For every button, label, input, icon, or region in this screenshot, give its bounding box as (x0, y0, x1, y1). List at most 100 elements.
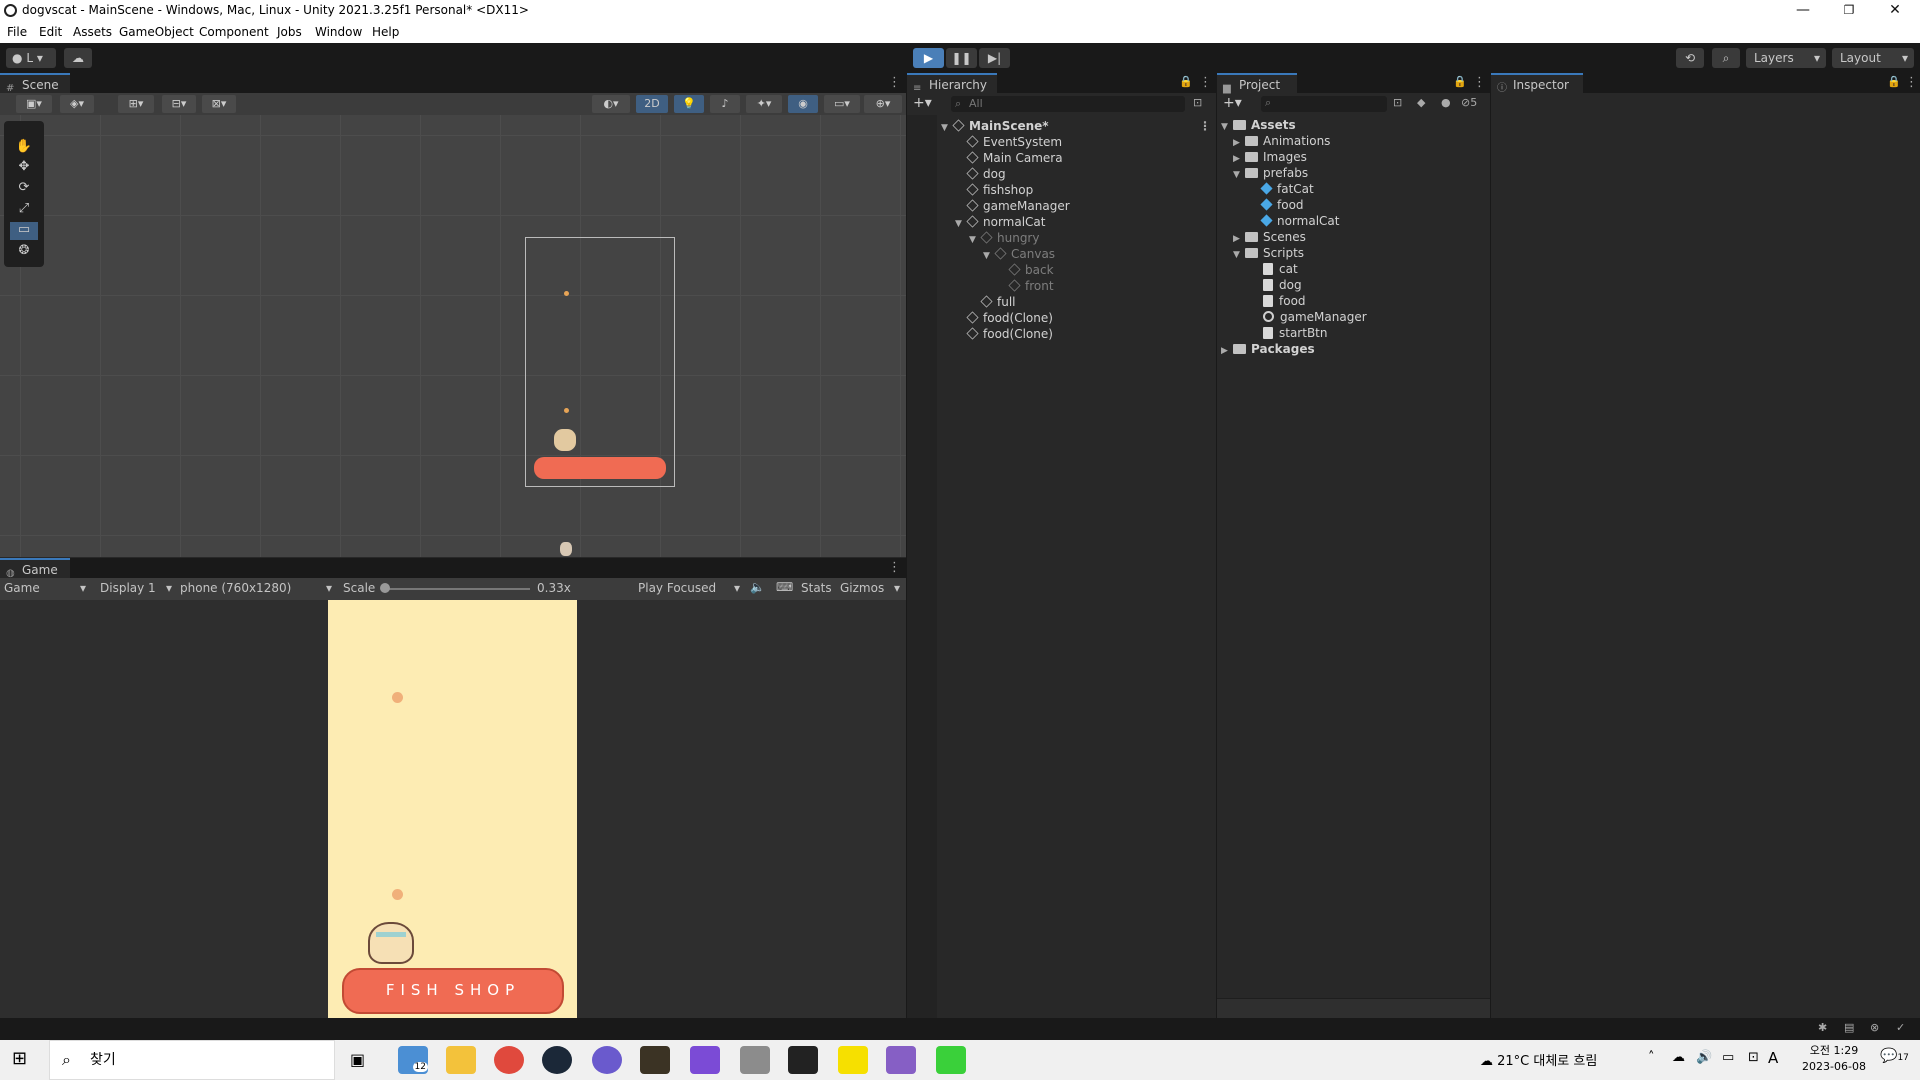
project-script-gamemanager[interactable]: gameManager (1263, 309, 1367, 325)
check-icon[interactable]: ✓ (1896, 1021, 1905, 1034)
pause-button[interactable]: ❚❚ (946, 48, 977, 68)
hierarchy-scene-row[interactable]: ▼ MainScene* ⋮ (941, 118, 1211, 134)
unity-hub-icon[interactable] (740, 1046, 770, 1074)
debug-icon[interactable]: ✱ (1818, 1021, 1827, 1034)
search-by-type-icon[interactable]: ⊡ (1393, 96, 1402, 109)
history-icon[interactable]: ⟲ (1676, 48, 1704, 68)
expand-arrow-icon[interactable]: ▼ (1233, 247, 1245, 263)
weather-widget[interactable]: ☁ 21°C 대체로 흐림 (1480, 1050, 1597, 1069)
windows-start-icon[interactable]: ⊞ (12, 1050, 32, 1070)
menu-help[interactable]: Help (372, 25, 399, 39)
shading-dropdown[interactable]: ◐▾ (592, 95, 630, 113)
account-dropdown[interactable]: ● L ▾ (6, 48, 56, 68)
menu-component[interactable]: Component (199, 25, 269, 39)
cloud-icon[interactable]: ☁ (64, 48, 92, 68)
scene-viewport[interactable]: ✋ ✥ ⟳ ⤢ ▭ ❂ (0, 115, 906, 557)
panel-menu-icon[interactable]: ⋮ (1199, 75, 1212, 90)
expand-arrow-icon[interactable]: ▼ (969, 232, 981, 248)
tab-hierarchy[interactable]: ≡ Hierarchy (907, 73, 997, 94)
chrome-icon[interactable] (494, 1046, 524, 1074)
project-search-input[interactable]: ⌕ (1261, 96, 1387, 112)
taskbar-search-input[interactable]: ⌕ 찾기 (49, 1040, 335, 1080)
panel-menu-icon[interactable]: ⋮ (1473, 75, 1486, 90)
project-prefab-normalcat[interactable]: normalCat (1260, 213, 1339, 229)
file-explorer-icon[interactable] (446, 1046, 476, 1074)
project-prefab-fatcat[interactable]: fatCat (1260, 181, 1314, 197)
project-script-cat[interactable]: cat (1263, 261, 1298, 277)
hierarchy-item-dog[interactable]: dog (966, 166, 1006, 182)
game-launcher-icon[interactable] (640, 1046, 670, 1074)
step-button[interactable]: ▶| (979, 48, 1010, 68)
tag-icon[interactable]: ● (1441, 96, 1451, 109)
clock[interactable]: 오전 1:29 2023-06-08 (1794, 1043, 1874, 1075)
cache-icon[interactable]: ▤ (1844, 1021, 1854, 1034)
scene-dog-sprite[interactable] (560, 542, 572, 556)
scene-food-sprite[interactable] (564, 291, 569, 296)
expand-arrow-icon[interactable]: ▼ (1233, 167, 1245, 183)
transform-tool-icon[interactable]: ❂ (10, 243, 38, 261)
search-icon[interactable]: ⌕ (1712, 48, 1740, 68)
visual-studio-icon[interactable] (886, 1046, 916, 1074)
lock-icon[interactable]: 🔒 (1453, 75, 1467, 88)
project-folder-scripts[interactable]: ▼ Scripts (1233, 245, 1304, 261)
unity-editor-icon[interactable] (788, 1046, 818, 1074)
project-folder-scenes[interactable]: ▶ Scenes (1233, 229, 1306, 245)
play-mode-dropdown[interactable]: Play Focused ▾ (638, 581, 742, 595)
search-filter-icon[interactable]: ⊡ (1193, 96, 1202, 109)
menu-assets[interactable]: Assets (73, 25, 112, 39)
minimize-button[interactable]: — (1780, 0, 1826, 22)
tray-chevron-icon[interactable]: ˄ (1648, 1050, 1655, 1065)
project-folder-animations[interactable]: ▶ Animations (1233, 133, 1330, 149)
hierarchy-item-eventsystem[interactable]: EventSystem (966, 134, 1062, 150)
project-folder-prefabs[interactable]: ▼ prefabs (1233, 165, 1308, 181)
project-prefab-food[interactable]: food (1260, 197, 1304, 213)
maximize-button[interactable]: ❐ (1826, 0, 1872, 22)
hierarchy-item-hungry[interactable]: ▼ hungry (969, 230, 1039, 246)
hierarchy-item-back[interactable]: back (1008, 262, 1054, 278)
ime-indicator[interactable]: A (1768, 1049, 1778, 1067)
panel-menu-icon[interactable]: ⋮ (888, 560, 901, 575)
camera-dropdown[interactable]: ▭▾ (824, 95, 860, 113)
network-icon[interactable]: ▭ (1722, 1050, 1734, 1065)
discord-icon[interactable] (592, 1046, 622, 1074)
scene-food-sprite[interactable] (564, 408, 569, 413)
steam-icon[interactable] (542, 1046, 572, 1074)
snap-dropdown[interactable]: ⊞▾ (118, 95, 154, 113)
game-screen[interactable]: FISH SHOP (328, 600, 577, 1018)
app-icon[interactable] (936, 1046, 966, 1074)
hierarchy-item-full[interactable]: full (980, 294, 1016, 310)
menu-window[interactable]: Window (315, 25, 362, 39)
display-dropdown[interactable]: Display 1 ▾ (100, 581, 174, 595)
mode-2d-toggle[interactable]: 2D (636, 95, 668, 113)
stats-button[interactable]: Stats (801, 581, 832, 595)
project-folder-assets[interactable]: ▼ Assets (1221, 117, 1296, 133)
play-button[interactable]: ▶ (913, 48, 944, 68)
keyboard-icon[interactable]: ⌨ (776, 580, 793, 594)
menu-file[interactable]: File (7, 25, 27, 39)
hierarchy-item-food-clone[interactable]: food(Clone) (966, 326, 1053, 342)
panel-menu-icon[interactable]: ⋮ (1905, 75, 1918, 90)
project-folder-images[interactable]: ▶ Images (1233, 149, 1307, 165)
add-icon[interactable]: +▾ (1223, 95, 1242, 111)
expand-arrow-icon[interactable]: ▼ (983, 248, 995, 264)
rotate-tool-icon[interactable]: ⟳ (10, 180, 38, 198)
tab-project[interactable]: ▆ Project (1217, 73, 1297, 94)
app-icon[interactable] (690, 1046, 720, 1074)
notification-icon[interactable]: 💬17 (1880, 1048, 1909, 1064)
hierarchy-item-canvas[interactable]: ▼ Canvas (983, 246, 1055, 262)
mute-icon[interactable]: 🔈 (750, 580, 765, 594)
filter-label-icon[interactable]: ◆ (1417, 96, 1425, 109)
gizmos-dropdown[interactable]: ⊕▾ (864, 95, 902, 113)
grid-dropdown[interactable]: ⊟▾ (162, 95, 196, 113)
expand-arrow-icon[interactable]: ▼ (941, 120, 953, 136)
volume-icon[interactable]: 🔊 (1696, 1050, 1712, 1065)
expand-arrow-icon[interactable]: ▼ (1221, 119, 1233, 135)
onedrive-icon[interactable]: ☁ (1672, 1050, 1685, 1065)
scene-cat-sprite[interactable] (554, 429, 576, 451)
kakaotalk-icon[interactable] (838, 1046, 868, 1074)
project-folder-packages[interactable]: ▶ Packages (1221, 341, 1315, 357)
expand-arrow-icon[interactable]: ▶ (1221, 343, 1233, 359)
menu-jobs[interactable]: Jobs (277, 25, 302, 39)
scale-tool-icon[interactable]: ⤢ (10, 201, 38, 219)
project-script-food[interactable]: food (1263, 293, 1306, 309)
